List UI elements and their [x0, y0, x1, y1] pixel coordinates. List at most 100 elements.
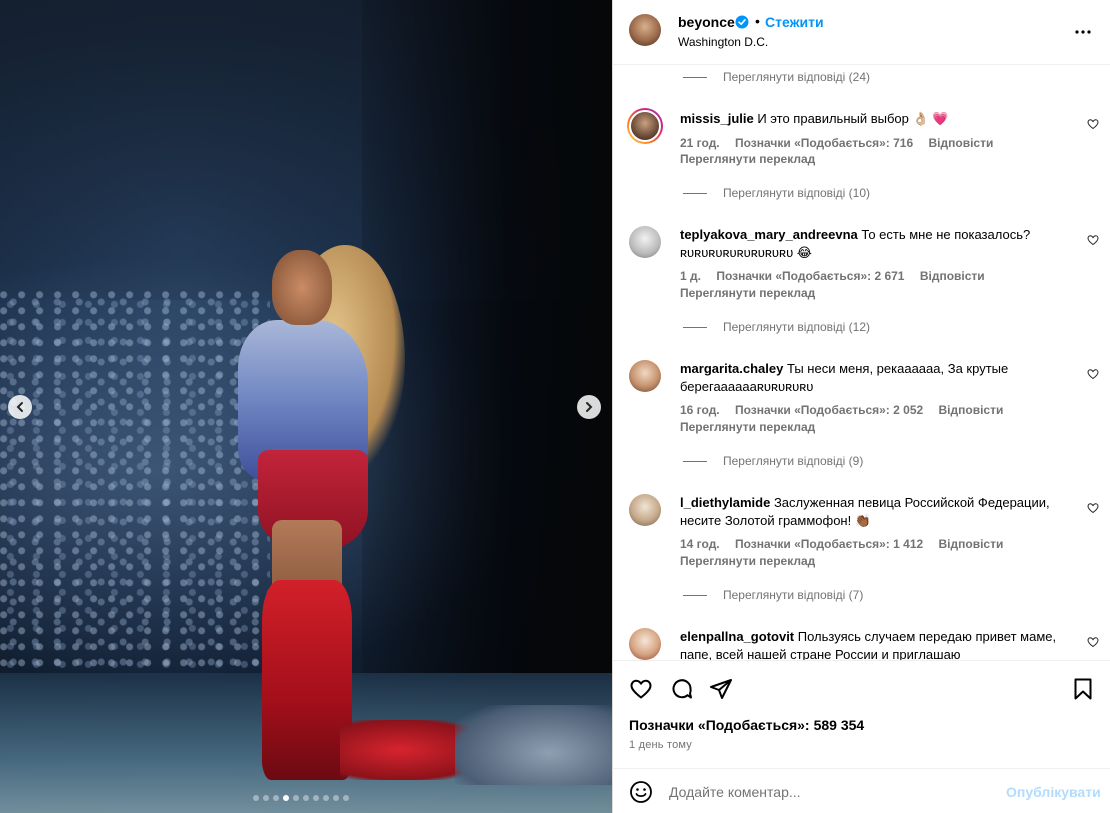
see-translation-button[interactable]: Переглянути переклад	[680, 152, 815, 166]
see-translation-button[interactable]: Переглянути переклад	[680, 554, 815, 568]
view-replies-button[interactable]: Переглянути відповіді (9)	[683, 454, 863, 468]
share-icon[interactable]	[709, 677, 733, 701]
see-translation-button[interactable]: Переглянути переклад	[680, 286, 815, 300]
post-time[interactable]: 1 день тому	[629, 739, 692, 751]
carousel-dot	[323, 795, 329, 801]
commenter-username[interactable]: missis_julie	[680, 111, 754, 126]
add-comment-bar: Опублікувати	[613, 768, 1110, 813]
carousel-dot	[333, 795, 339, 801]
comment-time[interactable]: 14 год.	[680, 537, 720, 551]
comment-input[interactable]	[669, 777, 999, 807]
heart-icon[interactable]	[1087, 118, 1099, 130]
comment-likes[interactable]: Позначки «Подобається»: 716	[735, 136, 913, 150]
performer-boots	[262, 580, 352, 780]
comment-meta: 21 год. Позначки «Подобається»: 716 Відп…	[680, 136, 1005, 150]
header-separator: •	[755, 13, 760, 29]
bookmark-icon[interactable]	[1071, 677, 1095, 701]
performer-face	[272, 250, 332, 325]
commenter-username[interactable]: elenpallna_gotovit	[680, 629, 794, 644]
replies-divider	[683, 594, 707, 596]
carousel-dot	[263, 795, 269, 801]
comment-text: elenpallna_gotovit Пользуясь случаем пер…	[680, 628, 1075, 660]
likes-count: 589 354	[813, 717, 865, 733]
reply-button[interactable]: Відповісти	[920, 269, 985, 283]
previous-slide-button[interactable]	[8, 395, 32, 419]
author-avatar[interactable]	[629, 14, 661, 46]
comment-icon[interactable]	[670, 677, 694, 701]
carousel-dot	[253, 795, 259, 801]
comment-text: missis_julie И это правильный выбор 👌🏼 💗	[680, 110, 1075, 128]
replies-divider	[683, 76, 707, 78]
replies-divider	[683, 192, 707, 194]
crowd	[0, 290, 270, 670]
post-modal: beyonce • Стежити Washington D.C. Перегл…	[0, 0, 1110, 813]
commenter-username[interactable]: margarita.chaley	[680, 361, 783, 376]
view-replies-label: Переглянути відповіді (9)	[723, 454, 864, 468]
comment-text: teplyakova_mary_andreevna То есть мне не…	[680, 226, 1075, 262]
reply-button[interactable]: Відповісти	[939, 537, 1004, 551]
likes-label: Позначки «Подобається»:	[629, 717, 810, 733]
publish-button[interactable]: Опублікувати	[1006, 784, 1101, 800]
comment-text: l_diethylamide Заслуженная певица Россий…	[680, 494, 1075, 530]
heart-icon[interactable]	[1087, 234, 1099, 246]
follow-button[interactable]: Стежити	[765, 14, 824, 30]
view-replies-button[interactable]: Переглянути відповіді (10)	[683, 186, 870, 200]
commenter-avatar[interactable]	[629, 226, 661, 258]
comment-likes[interactable]: Позначки «Подобається»: 1 412	[735, 537, 923, 551]
carousel-dot	[313, 795, 319, 801]
view-replies-label: Переглянути відповіді (7)	[723, 588, 864, 602]
see-translation-button[interactable]: Переглянути переклад	[680, 420, 815, 434]
carousel-dot	[273, 795, 279, 801]
more-dots-icon[interactable]	[1073, 22, 1093, 42]
comments-list[interactable]: Переглянути відповіді (24) missis_julie …	[613, 66, 1110, 660]
carousel-indicator	[253, 795, 349, 801]
likes-summary[interactable]: Позначки «Подобається»: 589 354	[629, 717, 864, 733]
comment-meta: 16 год. Позначки «Подобається»: 2 052 Ві…	[680, 403, 1015, 417]
carousel-dot	[293, 795, 299, 801]
heart-icon[interactable]	[1087, 368, 1099, 380]
replies-divider	[683, 460, 707, 462]
verified-badge-icon	[735, 15, 749, 29]
comment-body: И это правильный выбор 👌🏼 💗	[757, 111, 949, 126]
heart-icon[interactable]	[1087, 636, 1099, 648]
view-replies-label: Переглянути відповіді (12)	[723, 320, 871, 334]
carousel-dot	[283, 795, 289, 801]
comment-time[interactable]: 16 год.	[680, 403, 720, 417]
comment-text: margarita.chaley Ты неси меня, рекаааааа…	[680, 360, 1075, 396]
author-username[interactable]: beyonce	[678, 14, 735, 30]
heart-icon[interactable]	[1087, 502, 1099, 514]
comment-likes[interactable]: Позначки «Подобається»: 2 052	[735, 403, 923, 417]
replies-divider	[683, 326, 707, 328]
view-replies-button[interactable]: Переглянути відповіді (24)	[683, 70, 870, 84]
chevron-left-icon	[16, 402, 23, 412]
reply-button[interactable]: Відповісти	[939, 403, 1004, 417]
commenter-avatar[interactable]	[629, 628, 661, 660]
comment-time[interactable]: 1 д.	[680, 269, 701, 283]
commenter-avatar[interactable]	[627, 108, 663, 144]
carousel-dot	[303, 795, 309, 801]
commenter-avatar[interactable]	[629, 360, 661, 392]
chevron-right-icon	[586, 402, 593, 412]
post-actions: Позначки «Подобається»: 589 354 1 день то…	[613, 660, 1110, 780]
post-location[interactable]: Washington D.C.	[678, 35, 768, 49]
reply-button[interactable]: Відповісти	[929, 136, 994, 150]
commenter-username[interactable]: teplyakova_mary_andreevna	[680, 227, 858, 242]
stage-cloth	[455, 705, 612, 785]
post-sidebar: beyonce • Стежити Washington D.C. Перегл…	[612, 0, 1110, 813]
post-media[interactable]	[0, 0, 612, 813]
view-replies-button[interactable]: Переглянути відповіді (12)	[683, 320, 870, 334]
view-replies-button[interactable]: Переглянути відповіді (7)	[683, 588, 863, 602]
post-header: beyonce • Стежити Washington D.C.	[613, 0, 1110, 65]
comment-meta: 14 год. Позначки «Подобається»: 1 412 Ві…	[680, 537, 1015, 551]
next-slide-button[interactable]	[577, 395, 601, 419]
comment-time[interactable]: 21 год.	[680, 136, 720, 150]
emoji-icon[interactable]	[629, 780, 653, 804]
comment-likes[interactable]: Позначки «Подобається»: 2 671	[716, 269, 904, 283]
commenter-avatar[interactable]	[629, 494, 661, 526]
view-replies-label: Переглянути відповіді (10)	[723, 186, 871, 200]
comment-meta: 1 д. Позначки «Подобається»: 2 671 Відпо…	[680, 269, 997, 283]
commenter-username[interactable]: l_diethylamide	[680, 495, 770, 510]
carousel-dot	[343, 795, 349, 801]
view-replies-label: Переглянути відповіді (24)	[723, 70, 871, 84]
heart-icon[interactable]	[629, 677, 653, 701]
